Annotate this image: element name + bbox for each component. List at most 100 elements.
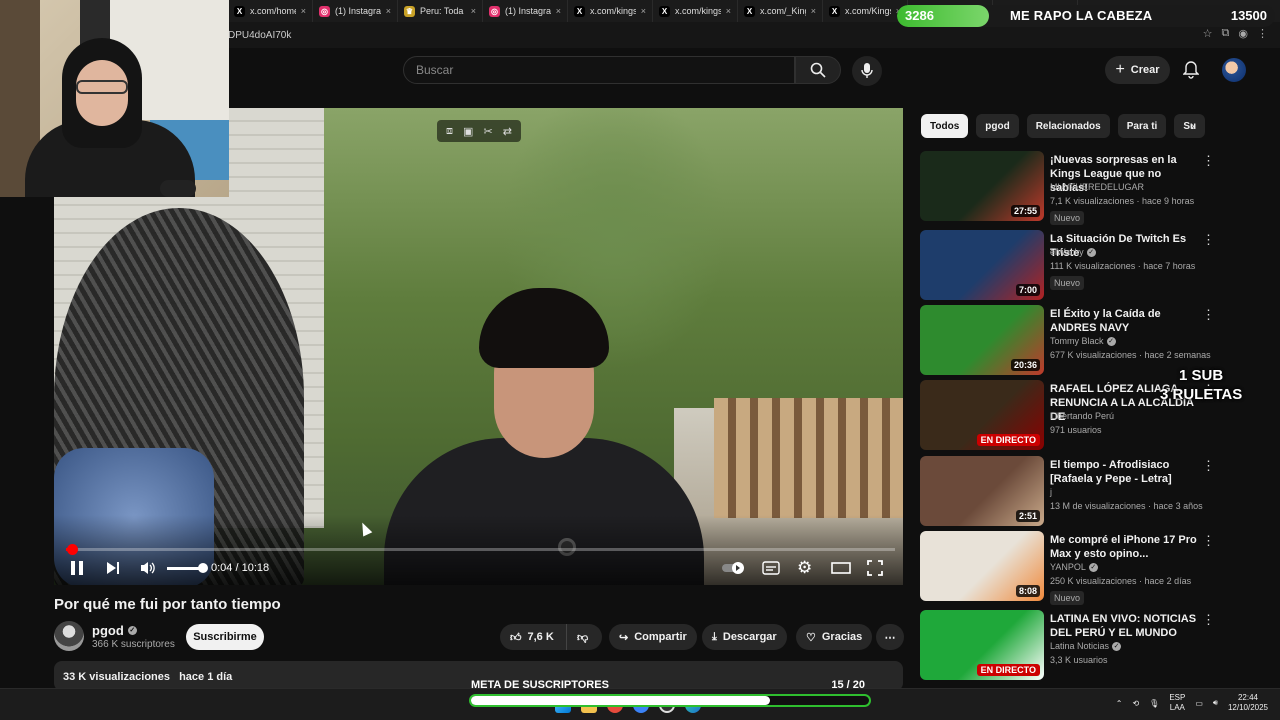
pause-button[interactable] <box>70 558 84 578</box>
extensions-icon[interactable]: ⧉ <box>1222 27 1230 40</box>
clock[interactable]: 22:44 12/10/2025 <box>1228 693 1268 713</box>
clip-icon[interactable]: ✂ <box>483 125 492 138</box>
recommendation-item[interactable]: 20:36 El Éxito y la Caída de ANDRES NAVY T… <box>920 305 1215 375</box>
recommendation-channel[interactable]: Latina Noticias ✓ <box>1050 641 1122 651</box>
recommendation-channel[interactable]: MUYFUEREDELUGAR <box>1050 182 1144 192</box>
download-button[interactable]: ⤓ Descargar <box>702 624 787 650</box>
close-icon[interactable]: × <box>641 6 646 16</box>
more-vert-icon[interactable]: ⋮ <box>1202 232 1215 248</box>
share-button[interactable]: ↪ Compartir <box>609 624 697 650</box>
profile-icon[interactable]: ◉ <box>1238 27 1248 40</box>
volume-knob[interactable] <box>198 563 208 573</box>
recommendation-channel[interactable]: Libertando Perú <box>1050 411 1114 421</box>
network-icon[interactable]: ⟲ <box>1132 699 1139 708</box>
video-thumbnail[interactable]: 27:55 <box>920 151 1044 221</box>
more-vert-icon[interactable]: ⋮ <box>1202 612 1215 628</box>
filter-chip[interactable]: Relacionados <box>1026 114 1110 138</box>
microphone-tray-icon[interactable]: 🎙︎ <box>1149 699 1159 708</box>
recommendation-item[interactable]: 27:55 ¡Nuevas sorpresas en la Kings Leagu… <box>920 151 1215 225</box>
channel-name-link[interactable]: pgod ✓ <box>92 623 137 638</box>
chevron-right-icon[interactable]: › <box>1190 117 1195 133</box>
close-icon[interactable]: × <box>726 6 731 16</box>
translate-icon[interactable]: ⇄ <box>503 125 512 138</box>
recommendation-title[interactable]: Me compré el iPhone 17 Pro Max y esto op… <box>1050 533 1200 561</box>
video-thumbnail[interactable]: 2:51 <box>920 456 1044 526</box>
browser-tab[interactable]: Xx.com/_King × <box>738 0 823 22</box>
webcam-overlay <box>0 0 229 197</box>
browser-tab[interactable]: Xx.com/kings × <box>568 0 653 22</box>
video-thumbnail[interactable]: 20:36 <box>920 305 1044 375</box>
channel-avatar[interactable] <box>54 621 84 651</box>
more-vert-icon[interactable]: ⋮ <box>1202 307 1215 323</box>
recommendation-item[interactable]: 2:51 El tiempo - Afrodisiaco [Rafaela y P… <box>920 456 1215 526</box>
recommendation-title[interactable]: El Éxito y la Caída de ANDRES NAVY <box>1050 307 1200 335</box>
create-button[interactable]: + Crear <box>1105 56 1170 84</box>
close-icon[interactable]: × <box>811 6 816 16</box>
miniplayer-icon[interactable]: ⧈ <box>446 125 453 138</box>
close-icon[interactable]: × <box>471 6 476 16</box>
like-button[interactable]: 👍︎ 7,6 K <box>500 624 566 650</box>
video-thumbnail[interactable]: EN DIRECTO <box>920 380 1044 450</box>
close-icon[interactable]: × <box>386 6 391 16</box>
video-thumbnail[interactable]: 7:00 <box>920 230 1044 300</box>
voice-search-button[interactable] <box>852 56 882 86</box>
notifications-button[interactable] <box>1180 58 1202 82</box>
recommendation-title[interactable]: LATINA EN VIVO: NOTICIAS DEL PERÚ Y EL M… <box>1050 612 1200 640</box>
volume-slider[interactable] <box>167 563 208 573</box>
progress-scrubber[interactable] <box>67 544 78 555</box>
recommendation-channel[interactable]: j <box>1050 487 1052 497</box>
autoplay-toggle[interactable] <box>722 558 748 578</box>
language-indicator[interactable]: ESP LAA <box>1169 693 1185 713</box>
fullscreen-button[interactable] <box>867 558 883 578</box>
settings-button[interactable]: ⚙ <box>797 558 812 578</box>
account-avatar[interactable] <box>1222 58 1246 82</box>
close-icon[interactable]: × <box>556 6 561 16</box>
recommendation-channel[interactable]: YANPOL ✓ <box>1050 562 1098 572</box>
mute-button[interactable] <box>140 558 156 578</box>
recommendation-channel[interactable]: Tommy Black ✓ <box>1050 336 1116 346</box>
recommendation-title[interactable]: El tiempo - Afrodisiaco [Rafaela y Pepe … <box>1050 458 1200 486</box>
more-vert-icon[interactable]: ⋮ <box>1202 533 1215 549</box>
browser-tab[interactable]: Xx.com/Kings× <box>823 0 908 22</box>
recommendation-item[interactable]: 7:00 La Situación De Twitch Es Triste elWa… <box>920 230 1215 300</box>
browser-tab[interactable]: ♛ Peru: Toda la × <box>398 0 483 22</box>
recommendation-channel[interactable]: elWacky ✓ <box>1050 247 1096 257</box>
next-button[interactable] <box>106 558 120 578</box>
browser-tab[interactable]: Xx.com/kings × <box>653 0 738 22</box>
filter-chip[interactable]: Todos <box>921 114 969 138</box>
search-input[interactable]: Buscar <box>403 56 795 84</box>
subtitles-button[interactable] <box>762 558 780 578</box>
download-icon: ⤓ <box>712 630 717 643</box>
live-badge: EN DIRECTO <box>976 664 1040 676</box>
subscriber-goal-overlay: META DE SUSCRIPTORES 15 / 20 <box>467 676 873 710</box>
filter-chip[interactable]: pgod <box>976 114 1019 138</box>
pip-icon[interactable]: ▣ <box>463 125 473 138</box>
filter-chip[interactable]: Para ti <box>1117 114 1167 138</box>
more-vert-icon[interactable]: ⋮ <box>1202 458 1215 474</box>
address-url[interactable]: DPU4doAI70k <box>228 30 291 41</box>
more-vert-icon[interactable]: ⋮ <box>1202 153 1215 169</box>
more-actions-button[interactable]: ⋯ <box>876 624 904 650</box>
browser-tab[interactable]: ◎ (1) Instagram × <box>313 0 398 22</box>
bookmark-star-icon[interactable]: ☆ <box>1203 27 1213 40</box>
share-label: Compartir <box>634 631 687 643</box>
subscribe-button[interactable]: Suscribirme <box>186 624 264 650</box>
search-button[interactable] <box>795 56 841 84</box>
display-icon[interactable]: ▭ <box>1195 699 1203 708</box>
browser-tab[interactable]: Xx.com/home × <box>228 0 313 22</box>
close-icon[interactable]: × <box>301 6 306 16</box>
progress-bar[interactable] <box>66 544 895 555</box>
video-thumbnail[interactable]: 8:08 <box>920 531 1044 601</box>
chevron-up-icon[interactable]: ⌃ <box>1116 699 1123 708</box>
video-thumbnail[interactable]: EN DIRECTO <box>920 610 1044 680</box>
recommendation-item[interactable]: EN DIRECTO LATINA EN VIVO: NOTICIAS DEL P… <box>920 610 1215 680</box>
theater-mode-button[interactable] <box>831 558 851 578</box>
speaker-icon[interactable]: 🔊︎ <box>1213 698 1218 708</box>
subscriber-count: 366 K suscriptores <box>92 639 175 650</box>
channel-name: pgod <box>92 623 124 638</box>
dislike-button[interactable]: 👎︎ <box>566 624 602 650</box>
browser-tab[interactable]: ◎ (1) Instagram × <box>483 0 568 22</box>
recommendation-item[interactable]: 8:08 Me compré el iPhone 17 Pro Max y est… <box>920 531 1215 605</box>
thanks-button[interactable]: ♡ Gracias <box>796 624 873 650</box>
menu-dots-icon[interactable]: ⋮ <box>1257 27 1268 40</box>
